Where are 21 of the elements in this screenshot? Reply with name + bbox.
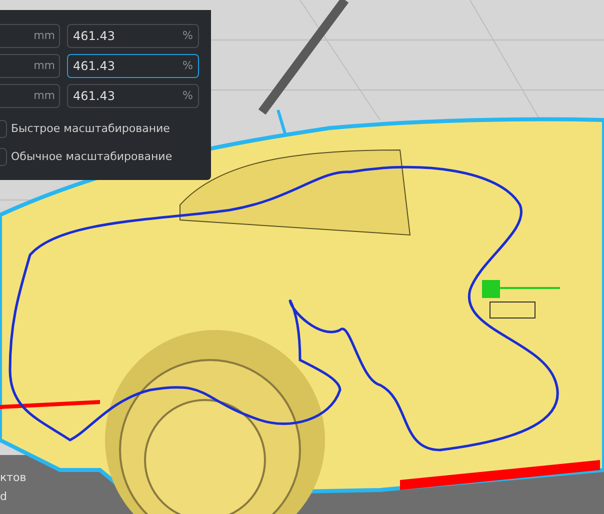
checkbox[interactable] [0,120,7,138]
size-field[interactable]: mm [0,24,60,48]
percent-value: 461.43 [73,88,115,105]
percent-field[interactable]: 461.43 % [67,84,199,108]
option-label: Быстрое масштабирование [11,120,170,137]
unit-label: mm [34,88,55,104]
size-field[interactable]: mm [0,84,60,108]
percent-field[interactable]: 461.43 % [67,24,199,48]
percent-unit: % [182,88,193,104]
status-text: ктов [0,472,26,483]
unit-label: mm [34,58,55,74]
percent-field[interactable]: 461.43 % [67,54,199,78]
unit-label: mm [34,28,55,44]
checkbox[interactable] [0,148,7,166]
percent-unit: % [182,28,193,44]
percent-value: 461.43 [73,28,115,45]
percent-unit: % [182,58,193,74]
status-text: d [0,491,8,502]
percent-value: 461.43 [73,58,115,75]
size-field[interactable]: mm [0,54,60,78]
option-label: Обычное масштабирование [11,148,172,165]
